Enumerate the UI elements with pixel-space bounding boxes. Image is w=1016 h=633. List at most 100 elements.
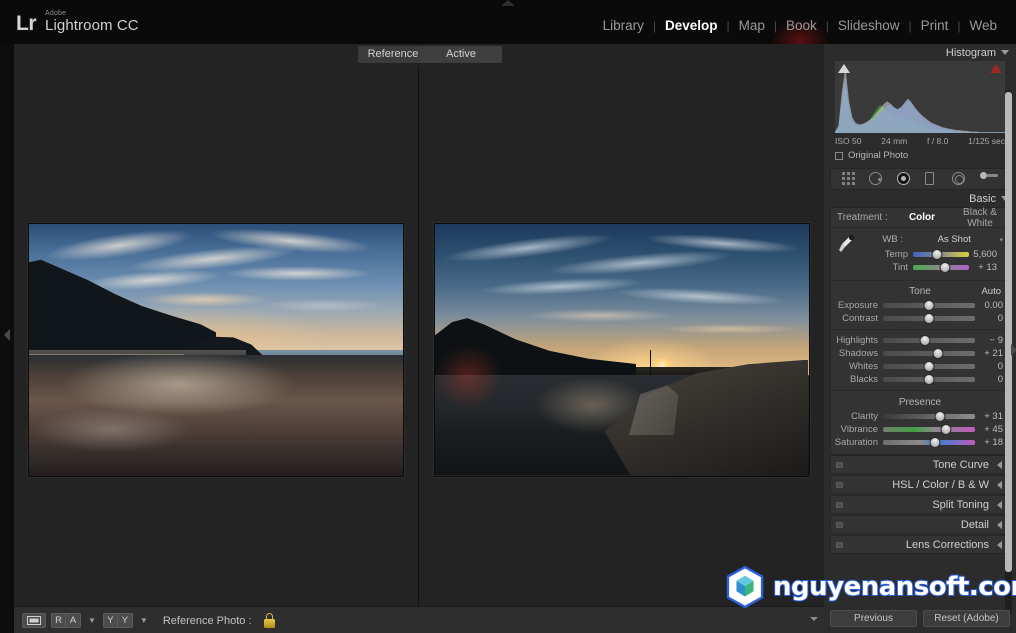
slider-row-highlights[interactable]: Highlights − 9 — [831, 334, 1009, 347]
previous-button[interactable]: Previous — [830, 610, 917, 627]
highlight-clipping-icon[interactable] — [990, 64, 1002, 73]
slider-value[interactable]: 0.00 — [975, 300, 1009, 311]
slider-track[interactable] — [883, 374, 975, 385]
slider-value[interactable]: + 13 — [969, 262, 1003, 273]
chevron-down-icon[interactable] — [1001, 50, 1009, 55]
slider-knob[interactable] — [919, 335, 931, 346]
slider-value[interactable]: − 9 — [975, 335, 1009, 346]
white-balance-eyedropper-icon[interactable] — [837, 234, 855, 256]
basic-panel-header[interactable]: Basic — [824, 190, 1016, 207]
right-panel-scrollbar-thumb[interactable] — [1005, 92, 1012, 572]
histogram-chart[interactable] — [835, 61, 1005, 133]
module-web[interactable]: Web — [960, 18, 1006, 33]
spot-removal-tool[interactable] — [869, 171, 887, 187]
compare-a-button[interactable]: A — [66, 613, 81, 628]
slider-track[interactable] — [883, 348, 975, 359]
reset-button[interactable]: Reset (Adobe) — [923, 610, 1010, 627]
slider-value[interactable]: + 18 — [975, 437, 1009, 448]
slider-track[interactable] — [883, 437, 975, 448]
module-library[interactable]: Library — [594, 18, 653, 33]
slider-value[interactable]: + 31 — [975, 411, 1009, 422]
module-develop[interactable]: Develop — [656, 18, 727, 33]
radial-filter-tool[interactable] — [952, 171, 970, 187]
auto-tone-button[interactable]: Auto — [981, 286, 1001, 297]
slider-row-saturation[interactable]: Saturation + 18 — [831, 436, 1009, 449]
panel-enable-switch[interactable] — [836, 462, 843, 468]
identity-plate[interactable]: Lr Adobe Lightroom CC — [16, 8, 139, 34]
panel-header-tone-curve[interactable]: Tone Curve — [831, 456, 1009, 473]
slider-track[interactable] — [883, 424, 975, 435]
slider-track[interactable] — [883, 411, 975, 422]
panel-enable-switch[interactable] — [836, 482, 843, 488]
slider-value[interactable]: 5,600 — [969, 249, 1003, 260]
slider-row-clarity[interactable]: Clarity + 31 — [831, 410, 1009, 423]
slider-value[interactable]: 0 — [975, 361, 1009, 372]
graduated-filter-tool[interactable] — [924, 171, 943, 187]
panel-header-hsl-color-b-w[interactable]: HSL / Color / B & W — [831, 476, 1009, 493]
tab-reference[interactable]: Reference — [358, 46, 428, 63]
survey-y-button-1[interactable]: Y — [102, 613, 118, 628]
slider-row-tint[interactable]: Tint + 13 — [861, 261, 1003, 274]
slider-row-whites[interactable]: Whites 0 — [831, 360, 1009, 373]
chevron-left-icon[interactable] — [997, 501, 1002, 509]
module-map[interactable]: Map — [730, 18, 774, 33]
active-photo-frame[interactable] — [433, 222, 810, 477]
wb-value[interactable]: As Shot — [909, 234, 999, 245]
chevron-left-icon[interactable] — [997, 481, 1002, 489]
original-photo-toggle[interactable]: Original Photo — [835, 150, 1005, 161]
active-pane[interactable] — [419, 66, 824, 633]
slider-row-temp[interactable]: Temp 5,600 — [861, 248, 1003, 261]
white-balance-row[interactable]: WB : As Shot ▾ — [861, 234, 1003, 245]
slider-track[interactable] — [913, 262, 969, 273]
slider-value[interactable]: + 45 — [975, 424, 1009, 435]
slider-row-vibrance[interactable]: Vibrance + 45 — [831, 423, 1009, 436]
module-picker-collapse-icon[interactable] — [501, 0, 515, 6]
treatment-option-color[interactable]: Color — [893, 212, 951, 223]
crop-overlay-tool[interactable] — [841, 171, 860, 187]
original-photo-checkbox[interactable] — [835, 151, 843, 160]
treatment-option-black-and-white[interactable]: Black & White — [951, 207, 1009, 229]
panel-header-detail[interactable]: Detail — [831, 516, 1009, 533]
module-slideshow[interactable]: Slideshow — [829, 18, 909, 33]
survey-toggle[interactable]: Y Y — [102, 613, 133, 628]
red-eye-correction-tool[interactable] — [897, 171, 915, 187]
module-print[interactable]: Print — [912, 18, 958, 33]
reference-photo-frame[interactable] — [28, 222, 404, 477]
slider-track[interactable] — [883, 335, 975, 346]
slider-row-shadows[interactable]: Shadows + 21 — [831, 347, 1009, 360]
panel-enable-switch[interactable] — [836, 522, 843, 528]
slider-value[interactable]: 0 — [975, 313, 1009, 324]
panel-header-lens-corrections[interactable]: Lens Corrections — [831, 536, 1009, 553]
survey-layout-caret-icon[interactable]: ▼ — [138, 616, 150, 625]
slider-row-blacks[interactable]: Blacks 0 — [831, 373, 1009, 386]
slider-knob[interactable] — [923, 300, 935, 311]
shadow-clipping-icon[interactable] — [838, 64, 850, 73]
left-panel-collapsed[interactable] — [0, 44, 14, 633]
panel-enable-switch[interactable] — [836, 502, 843, 508]
slider-track[interactable] — [883, 313, 975, 324]
show-left-panel-icon[interactable] — [4, 329, 10, 341]
slider-knob[interactable] — [934, 411, 946, 422]
adjustment-brush-tool[interactable] — [980, 171, 999, 187]
loupe-view-icon[interactable] — [22, 613, 46, 628]
slider-track[interactable] — [883, 361, 975, 372]
hide-right-panel-icon[interactable] — [1011, 344, 1016, 356]
toolbar-options-caret-icon[interactable] — [810, 617, 818, 621]
chevron-left-icon[interactable] — [997, 461, 1002, 469]
survey-y-button-2[interactable]: Y — [117, 613, 133, 628]
compare-layout-caret-icon[interactable]: ▼ — [86, 616, 98, 625]
panel-header-split-toning[interactable]: Split Toning — [831, 496, 1009, 513]
chevron-left-icon[interactable] — [997, 541, 1002, 549]
slider-knob[interactable] — [931, 249, 943, 260]
reference-pane[interactable] — [14, 66, 419, 633]
slider-knob[interactable] — [939, 262, 951, 273]
slider-knob[interactable] — [923, 374, 935, 385]
slider-row-contrast[interactable]: Contrast 0 — [831, 312, 1009, 325]
slider-knob[interactable] — [932, 348, 944, 359]
slider-value[interactable]: 0 — [975, 374, 1009, 385]
slider-knob[interactable] — [923, 361, 935, 372]
panel-enable-switch[interactable] — [836, 542, 843, 548]
slider-row-exposure[interactable]: Exposure 0.00 — [831, 299, 1009, 312]
slider-track[interactable] — [913, 249, 969, 260]
slider-knob[interactable] — [940, 424, 952, 435]
